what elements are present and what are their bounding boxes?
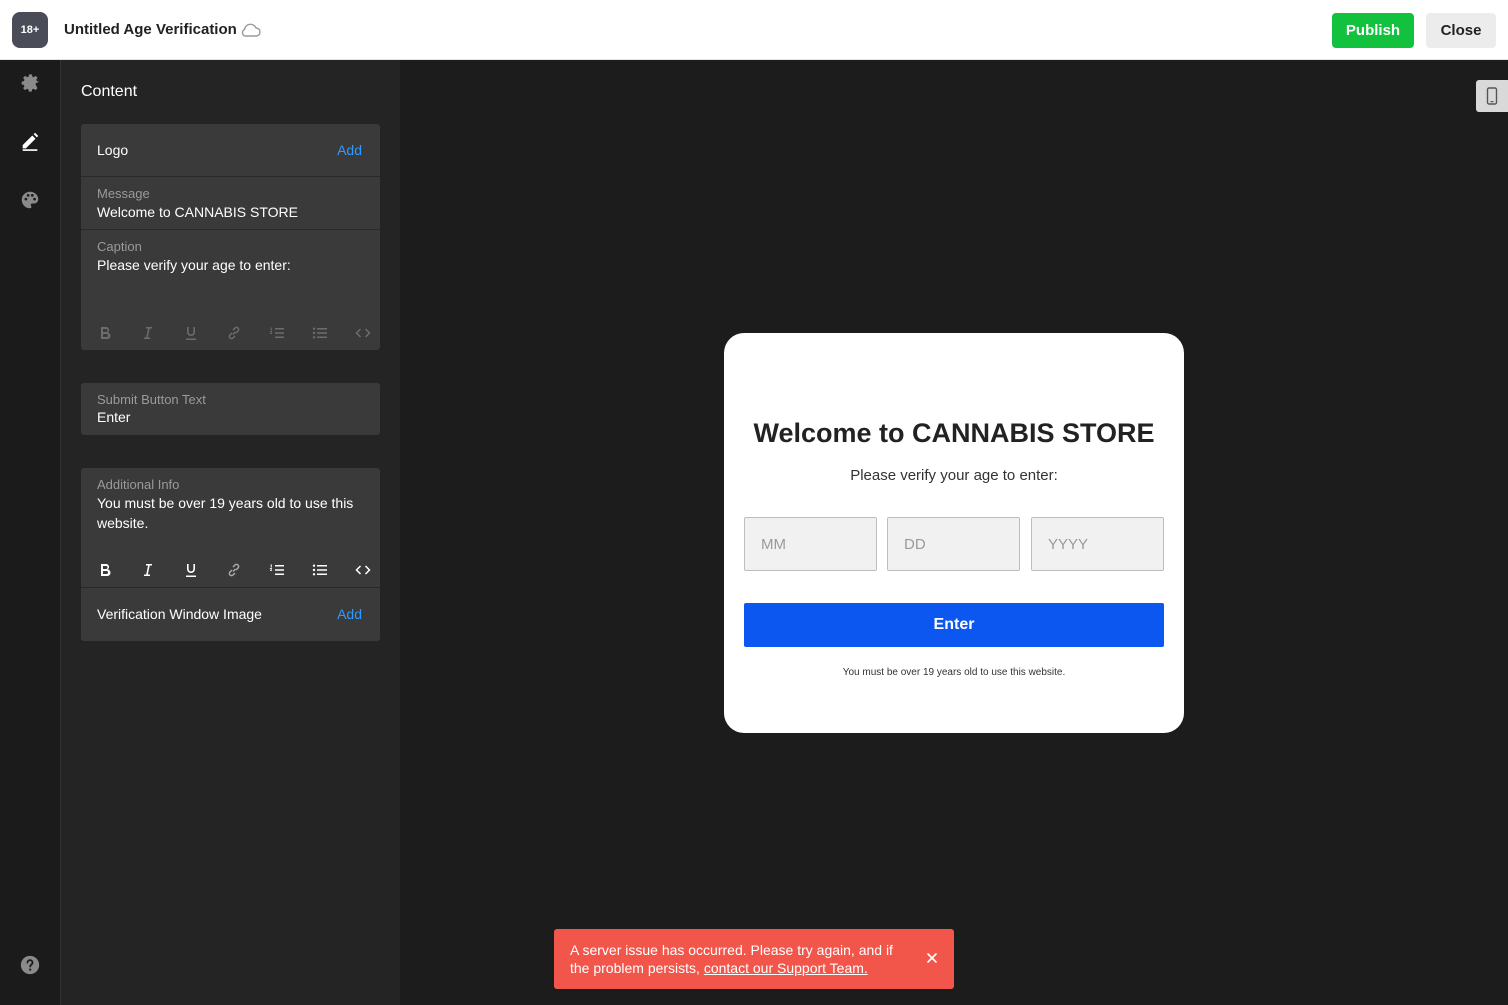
underline-icon[interactable] — [179, 560, 222, 580]
submit-button-value[interactable]: Enter — [97, 409, 130, 425]
submit-button-label: Submit Button Text — [97, 392, 206, 407]
preview-additional-info: You must be over 19 years old to use thi… — [842, 667, 1066, 678]
additional-info-value[interactable]: You must be over 19 years old to use thi… — [97, 493, 367, 533]
link-icon[interactable] — [222, 323, 265, 343]
panel-title: Content — [81, 83, 138, 100]
code-icon[interactable] — [351, 323, 394, 343]
publish-button[interactable]: Publish — [1332, 13, 1414, 48]
submit-button-field[interactable]: Submit Button Text Enter — [81, 383, 380, 435]
italic-icon[interactable] — [136, 323, 179, 343]
gear-icon[interactable] — [19, 71, 41, 93]
mobile-preview-toggle[interactable] — [1476, 80, 1508, 112]
preview-title: Welcome to CANNABIS STORE — [753, 418, 1155, 448]
mobile-icon — [1486, 87, 1498, 105]
left-rail — [0, 60, 61, 1005]
additional-info-field[interactable]: Additional Info You must be over 19 year… — [81, 468, 380, 588]
cloud-icon — [241, 23, 261, 37]
content-panel: Content Logo Add Message Welcome to CANN… — [61, 60, 400, 1005]
close-icon[interactable] — [926, 952, 938, 964]
code-icon[interactable] — [351, 560, 394, 580]
palette-icon[interactable] — [19, 189, 41, 211]
enter-button[interactable]: Enter — [744, 603, 1164, 647]
document-title[interactable]: Untitled Age Verification — [64, 21, 237, 38]
caption-field[interactable]: Caption Please verify your age to enter: — [81, 230, 380, 350]
numbered-list-icon[interactable] — [265, 323, 308, 343]
top-bar: 18+ Untitled Age Verification Publish Cl… — [0, 0, 1508, 60]
app-badge: 18+ — [12, 12, 48, 48]
bold-icon[interactable] — [93, 560, 136, 580]
window-image-label: Verification Window Image — [97, 606, 262, 622]
caption-label: Caption — [97, 239, 142, 254]
day-input[interactable] — [887, 517, 1020, 571]
help-icon[interactable] — [19, 954, 41, 976]
caption-format-toolbar — [93, 323, 394, 343]
pen-icon[interactable] — [19, 130, 41, 152]
age-verification-preview: Welcome to CANNABIS STORE Please verify … — [724, 333, 1184, 733]
underline-icon[interactable] — [179, 323, 222, 343]
bullet-list-icon[interactable] — [308, 323, 351, 343]
close-button[interactable]: Close — [1426, 13, 1496, 48]
additional-info-label: Additional Info — [97, 477, 180, 492]
content-card: Logo Add Message Welcome to CANNABIS STO… — [81, 124, 380, 350]
italic-icon[interactable] — [136, 560, 179, 580]
message-label: Message — [97, 186, 150, 201]
add-logo-link[interactable]: Add — [337, 142, 362, 158]
bullet-list-icon[interactable] — [308, 560, 351, 580]
logo-row: Logo Add — [81, 124, 380, 177]
year-input[interactable] — [1031, 517, 1164, 571]
link-icon[interactable] — [222, 560, 265, 580]
info-format-toolbar — [93, 560, 394, 580]
logo-label: Logo — [97, 142, 129, 158]
numbered-list-icon[interactable] — [265, 560, 308, 580]
preview-caption: Please verify your age to enter: — [850, 467, 1058, 484]
caption-value[interactable]: Please verify your age to enter: — [97, 257, 291, 273]
message-field[interactable]: Message Welcome to CANNABIS STORE — [81, 177, 380, 230]
window-image-row: Verification Window Image Add — [81, 588, 380, 641]
message-value[interactable]: Welcome to CANNABIS STORE — [97, 204, 298, 220]
support-link[interactable]: contact our Support Team. — [704, 960, 868, 976]
error-toast: A server issue has occurred. Please try … — [554, 929, 954, 989]
add-window-image-link[interactable]: Add — [337, 606, 362, 622]
bold-icon[interactable] — [93, 323, 136, 343]
additional-card: Additional Info You must be over 19 year… — [81, 468, 380, 641]
month-input[interactable] — [744, 517, 877, 571]
